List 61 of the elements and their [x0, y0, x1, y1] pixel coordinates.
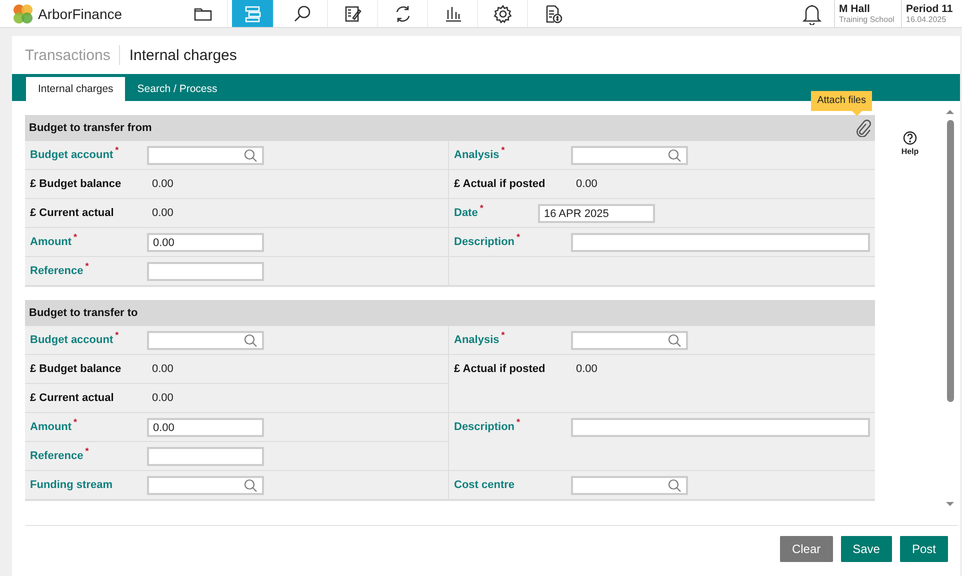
tab[interactable]: Internal charges [26, 77, 126, 101]
action-button[interactable]: Save [840, 536, 892, 562]
field-label: Description $^{*}$ [454, 233, 522, 250]
field-label: £ Actual if posted [454, 362, 546, 377]
page-title: Internal charges [129, 46, 237, 64]
input-field[interactable] [147, 447, 264, 466]
section-title: Budget to transfer from [29, 122, 153, 134]
help-button[interactable]: Help [901, 131, 919, 161]
app-name: ArborFinance [38, 6, 122, 22]
search-field[interactable] [571, 331, 688, 350]
search-field[interactable] [571, 476, 688, 495]
field-label: £ Budget balance [30, 177, 122, 192]
field-label: Reference $^{*}$ [30, 447, 90, 464]
organisation-name: Training School [839, 15, 896, 24]
action-button[interactable]: Post [900, 536, 948, 562]
input-field[interactable]: 16 APR 2025 [538, 204, 655, 223]
input-field[interactable]: 0.00 [147, 418, 264, 437]
field-label: Funding stream [30, 478, 114, 493]
section-title: Budget to transfer to [29, 307, 139, 319]
action-button[interactable]: Clear [780, 536, 833, 562]
field-label: Analysis $^{*}$ [454, 146, 506, 163]
paperclip-icon[interactable] [855, 119, 871, 137]
readout-value: 0.00 [151, 177, 174, 192]
readout-value: 0.00 [151, 391, 174, 406]
search-field[interactable] [571, 146, 688, 165]
field-label: £ Actual if posted [454, 177, 546, 192]
settings-icon[interactable] [492, 4, 512, 24]
period-date: 16.04.2025 [906, 15, 948, 24]
readout-value: 0.00 [575, 177, 598, 192]
scrollbar[interactable] [945, 108, 955, 508]
field-label: £ Budget balance [30, 362, 122, 377]
search-field[interactable] [147, 146, 264, 165]
bell-icon[interactable] [802, 2, 822, 24]
input-field[interactable]: 0.00 [147, 233, 264, 252]
period-name: Period 11 [906, 3, 954, 15]
search-field[interactable] [147, 476, 264, 495]
input-field[interactable] [147, 262, 264, 281]
search-icon[interactable] [292, 4, 312, 24]
field-label: Analysis $^{*}$ [454, 331, 506, 348]
search-field[interactable] [147, 331, 264, 350]
tab[interactable]: Search / Process [125, 77, 230, 101]
field-label: Cost centre [454, 478, 516, 493]
list-icon[interactable] [242, 4, 262, 24]
field-label: £ Current actual [30, 206, 115, 221]
readout-value: 0.00 [151, 362, 174, 377]
edit-icon[interactable] [342, 4, 362, 24]
readout-value: 0.00 [575, 362, 598, 377]
input-field[interactable] [571, 233, 870, 252]
input-field[interactable] [571, 418, 870, 437]
field-label: Amount $^{*}$ [30, 233, 78, 250]
field-label: Date $^{*}$ [454, 204, 484, 221]
field-label: £ Current actual [30, 391, 115, 406]
field-label: Amount $^{*}$ [30, 418, 78, 435]
readout-value: 0.00 [151, 206, 174, 221]
field-label: Reference $^{*}$ [30, 262, 90, 279]
field-label: Budget account $^{*}$ [30, 331, 120, 348]
field-label: Budget account $^{*}$ [30, 146, 120, 163]
logo-icon [12, 2, 34, 24]
user-name: M Hall [839, 3, 871, 15]
tooltip: Attach files [811, 91, 872, 116]
field-label: Description $^{*}$ [454, 418, 522, 435]
